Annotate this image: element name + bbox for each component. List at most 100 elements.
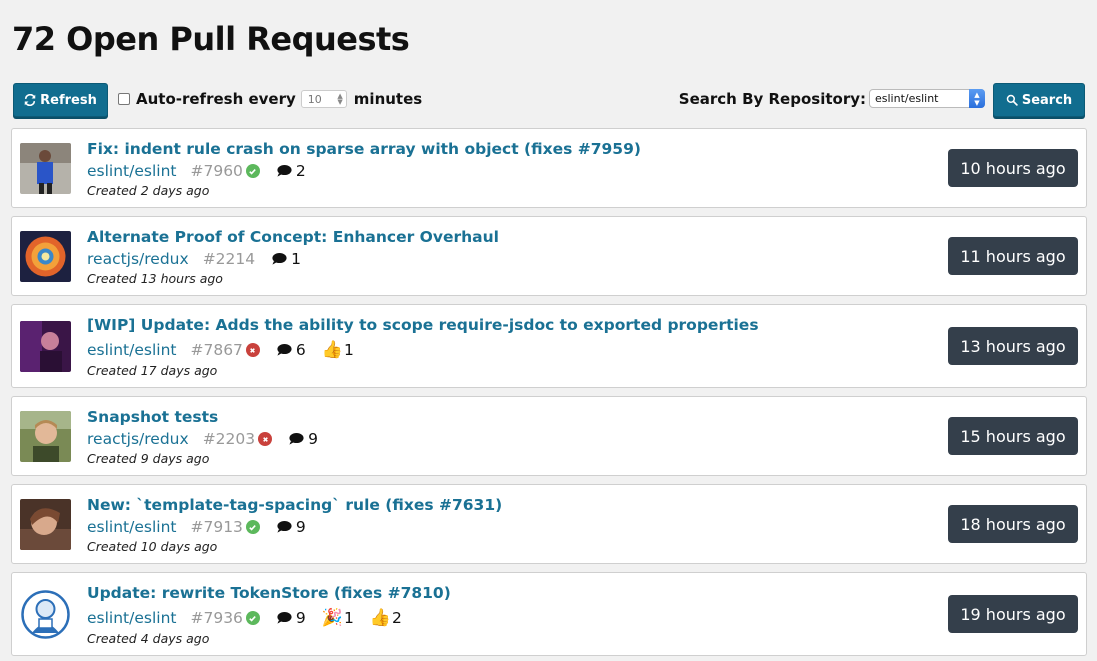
pr-number[interactable]: #7913: [190, 518, 242, 536]
page-title: 72 Open Pull Requests: [12, 20, 410, 58]
pr-title[interactable]: Fix: indent rule crash on sparse array w…: [87, 140, 641, 158]
updated-badge: 19 hours ago: [948, 595, 1078, 633]
comment-count: 1: [271, 250, 301, 268]
interval-stepper[interactable]: 10 ▲ ▼: [300, 90, 347, 108]
comment-count: 9: [276, 609, 306, 627]
pr-number[interactable]: #2214: [203, 250, 255, 268]
pr-created: Created 4 days ago: [87, 631, 210, 646]
pr-repo[interactable]: eslint/eslint: [87, 609, 176, 627]
comment-icon: [277, 612, 292, 624]
repo-search: Search By Repository: eslint/eslint ▲ ▼: [679, 89, 985, 108]
pr-number[interactable]: #7867: [190, 341, 242, 359]
pr-repo[interactable]: reactjs/redux: [87, 430, 189, 448]
comment-count-value: 9: [295, 518, 306, 536]
check-icon: [245, 520, 260, 534]
pull-request-card: Update: rewrite TokenStore (fixes #7810)…: [11, 572, 1087, 656]
pr-meta: reactjs/redux #2203 9: [87, 430, 318, 448]
toolbar: Refresh Auto-refresh every 10 ▲ ▼ minutes…: [13, 83, 1085, 117]
refresh-icon: [24, 94, 36, 106]
tada-icon: 🎉: [321, 608, 343, 628]
pr-meta: reactjs/redux #2214 1: [87, 250, 301, 268]
pr-created: Created 17 days ago: [87, 363, 218, 378]
interval-value: 10: [307, 92, 322, 106]
comment-icon: [272, 253, 287, 265]
avatar[interactable]: [20, 589, 71, 640]
comment-icon: [277, 344, 292, 356]
pr-number[interactable]: #2203: [203, 430, 255, 448]
pr-repo[interactable]: eslint/eslint: [87, 162, 176, 180]
repo-select[interactable]: eslint/eslint ▲ ▼: [869, 89, 985, 108]
comment-icon: [289, 433, 304, 445]
select-arrows-icon: ▲ ▼: [969, 89, 985, 108]
pull-requests-page: 72 Open Pull Requests Refresh Auto-refre…: [0, 0, 1097, 661]
pr-repo[interactable]: eslint/eslint: [87, 341, 176, 359]
updated-badge: 15 hours ago: [948, 417, 1078, 455]
search-icon: [1006, 94, 1018, 106]
avatar[interactable]: [20, 143, 71, 194]
comment-icon: [277, 165, 292, 177]
refresh-label: Refresh: [40, 92, 97, 108]
repo-search-label: Search By Repository:: [678, 89, 866, 108]
pr-number[interactable]: #7936: [190, 609, 242, 627]
pr-created: Created 2 days ago: [87, 183, 210, 198]
auto-refresh: Auto-refresh every 10 ▲ ▼ minutes: [118, 90, 422, 108]
refresh-button[interactable]: Refresh: [13, 83, 108, 117]
pr-title[interactable]: New: `template-tag-spacing` rule (fixes …: [87, 496, 502, 514]
updated-badge: 18 hours ago: [948, 505, 1078, 543]
pr-repo[interactable]: eslint/eslint: [87, 518, 176, 536]
check-icon: [245, 611, 260, 625]
pull-request-card: Fix: indent rule crash on sparse array w…: [11, 128, 1087, 208]
comment-count: 2: [276, 162, 306, 180]
pr-number[interactable]: #7960: [190, 162, 242, 180]
comment-count: 9: [288, 430, 318, 448]
pr-title[interactable]: [WIP] Update: Adds the ability to scope …: [87, 316, 759, 334]
pull-request-card: Alternate Proof of Concept: Enhancer Ove…: [11, 216, 1087, 296]
interval-unit: minutes: [353, 90, 423, 108]
auto-refresh-checkbox[interactable]: [118, 93, 130, 105]
comment-count: 6: [276, 341, 306, 359]
avatar[interactable]: [20, 499, 71, 550]
comment-count-value: 2: [295, 162, 306, 180]
tada-count: 🎉 1: [322, 608, 354, 628]
thumbs-up-count: 👍 1: [322, 340, 354, 360]
updated-badge: 13 hours ago: [948, 327, 1078, 365]
pr-meta: eslint/eslint #7960 2: [87, 162, 306, 180]
updated-badge: 10 hours ago: [948, 149, 1078, 187]
tada-value: 1: [343, 609, 354, 627]
avatar[interactable]: [20, 411, 71, 462]
fail-icon: [245, 343, 260, 357]
avatar[interactable]: [20, 321, 71, 372]
search-label: Search: [1021, 92, 1073, 108]
thumbs-up-value: 2: [392, 609, 402, 627]
comment-count-value: 9: [295, 609, 306, 627]
pull-request-card: New: `template-tag-spacing` rule (fixes …: [11, 484, 1087, 564]
comment-count: 9: [276, 518, 306, 536]
pr-repo[interactable]: reactjs/redux: [87, 250, 189, 268]
pr-created: Created 10 days ago: [87, 539, 218, 554]
repo-select-value: eslint/eslint: [875, 92, 939, 105]
pr-title[interactable]: Alternate Proof of Concept: Enhancer Ove…: [87, 228, 499, 246]
pr-meta: eslint/eslint #7936 9 🎉 1 👍 2: [87, 608, 402, 628]
auto-refresh-label: Auto-refresh every: [136, 90, 296, 108]
pr-meta: eslint/eslint #7867 6 👍 1: [87, 340, 354, 360]
pr-created: Created 13 hours ago: [87, 271, 223, 286]
check-icon: [245, 164, 260, 178]
pr-title[interactable]: Snapshot tests: [87, 408, 218, 426]
thumbs-up-value: 1: [343, 341, 354, 359]
comment-count-value: 6: [295, 341, 306, 359]
comment-count-value: 9: [308, 430, 318, 448]
comment-count-value: 1: [291, 250, 301, 268]
thumbs-up-icon: 👍: [369, 608, 392, 628]
pull-request-list: Fix: indent rule crash on sparse array w…: [11, 128, 1087, 661]
pr-meta: eslint/eslint #7913 9: [87, 518, 306, 536]
pr-title[interactable]: Update: rewrite TokenStore (fixes #7810): [87, 584, 451, 602]
thumbs-up-count: 👍 2: [370, 608, 402, 628]
pr-created: Created 9 days ago: [87, 451, 210, 466]
updated-badge: 11 hours ago: [948, 237, 1078, 275]
fail-icon: [258, 432, 273, 446]
avatar[interactable]: [20, 231, 71, 282]
stepper-arrows-icon[interactable]: ▲ ▼: [337, 93, 342, 106]
comment-icon: [277, 521, 292, 533]
pull-request-card: Snapshot tests reactjs/redux #2203 9 Cre…: [11, 396, 1087, 476]
search-button[interactable]: Search: [993, 83, 1085, 117]
